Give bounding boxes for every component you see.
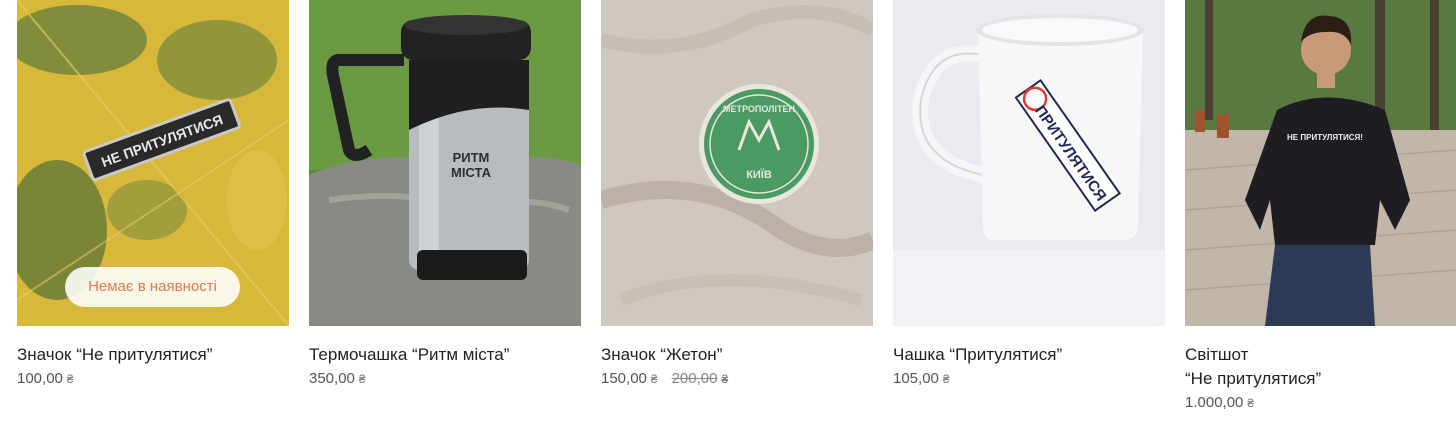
old-price-value: 200,00 <box>671 370 718 387</box>
product-image[interactable]: МЕТРОПОЛІТЕН КИЇВ <box>601 0 873 326</box>
price-value: 100,00 <box>17 370 63 387</box>
product-title-line: Світшот <box>1185 345 1249 364</box>
product-card[interactable]: РИТМ МІСТА Термочашка “Ритм міста” 350,0… <box>309 0 581 389</box>
product-image[interactable]: ПРИТУЛЯТИСЯ <box>893 0 1165 326</box>
token-pin-photo: МЕТРОПОЛІТЕН КИЇВ <box>601 0 873 326</box>
cup-photo: ПРИТУЛЯТИСЯ <box>893 0 1165 326</box>
currency-symbol: ₴ <box>358 372 366 386</box>
product-price: 350,00 ₴ <box>309 369 581 389</box>
currency-symbol: ₴ <box>66 372 74 386</box>
product-title-line: “Не притулятися” <box>1185 369 1322 388</box>
product-image[interactable]: РИТМ МІСТА <box>309 0 581 326</box>
product-price: 1.000,00 ₴ <box>1185 393 1456 413</box>
product-card[interactable]: НЕ ПРИТУЛЯТИСЯ! Світшот “Не притулятися” … <box>1185 0 1456 413</box>
product-title[interactable]: Чашка “Притулятися” <box>893 343 1165 367</box>
sweatshirt-photo: НЕ ПРИТУЛЯТИСЯ! <box>1185 0 1456 326</box>
out-of-stock-badge: Немає в наявності <box>65 267 240 307</box>
currency-symbol: ₴ <box>1247 396 1255 410</box>
product-price: 105,00 ₴ <box>893 369 1165 389</box>
product-title[interactable]: Значок “Жетон” <box>601 343 873 367</box>
mug-text-2: МІСТА <box>451 165 492 180</box>
product-card[interactable]: ПРИТУЛЯТИСЯ Чашка “Притулятися” 105,00 ₴ <box>893 0 1165 389</box>
product-price: 150,00 ₴ 200,00 ₴ <box>601 369 873 389</box>
mug-text-1: РИТМ <box>453 150 490 165</box>
price-value: 1.000,00 <box>1185 394 1244 411</box>
token-text-1: МЕТРОПОЛІТЕН <box>723 104 795 114</box>
token-text-2: КИЇВ <box>746 168 772 181</box>
product-image[interactable]: НЕ ПРИТУЛЯТИСЯ Немає в наявності <box>17 0 289 326</box>
price-value: 150,00 <box>601 370 647 387</box>
product-title[interactable]: Термочашка “Ритм міста” <box>309 343 581 367</box>
old-currency-symbol: ₴ <box>721 372 729 386</box>
price-value: 350,00 <box>309 370 355 387</box>
old-price: 200,00 ₴ <box>672 370 729 387</box>
product-card[interactable]: НЕ ПРИТУЛЯТИСЯ Немає в наявності Значок … <box>17 0 289 389</box>
currency-symbol: ₴ <box>942 372 950 386</box>
product-image[interactable]: НЕ ПРИТУЛЯТИСЯ! <box>1185 0 1456 326</box>
currency-symbol: ₴ <box>650 372 658 386</box>
price-value: 105,00 <box>893 370 939 387</box>
product-title[interactable]: Значок “Не притулятися” <box>17 343 289 367</box>
product-card[interactable]: МЕТРОПОЛІТЕН КИЇВ Значок “Жетон” 150,00 ₴… <box>601 0 873 389</box>
product-price: 100,00 ₴ <box>17 369 289 389</box>
product-title[interactable]: Світшот “Не притулятися” <box>1185 343 1456 391</box>
thermo-mug-photo: РИТМ МІСТА <box>309 0 581 326</box>
sweatshirt-text: НЕ ПРИТУЛЯТИСЯ! <box>1287 133 1363 142</box>
